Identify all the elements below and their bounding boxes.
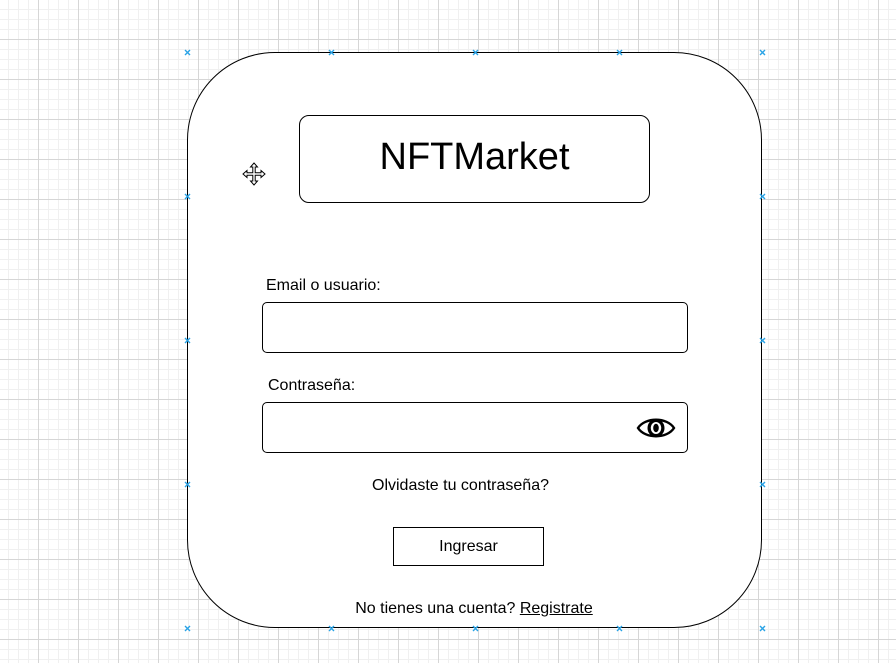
- selection-handle-icon[interactable]: [184, 481, 191, 488]
- selection-handle-icon[interactable]: [184, 337, 191, 344]
- password-input[interactable]: [262, 402, 688, 453]
- app-title-box: NFTMarket: [299, 115, 650, 203]
- selection-handle-icon[interactable]: [184, 625, 191, 632]
- selection-handle-icon[interactable]: [759, 49, 766, 56]
- selection-handle-icon[interactable]: [616, 49, 623, 56]
- email-input[interactable]: [262, 302, 688, 353]
- signup-prompt: No tienes una cuenta?: [355, 600, 516, 617]
- selection-handle-icon[interactable]: [759, 625, 766, 632]
- login-button[interactable]: Ingresar: [393, 527, 544, 566]
- selection-handle-icon[interactable]: [328, 625, 335, 632]
- selection-handle-icon[interactable]: [472, 625, 479, 632]
- selection-handle-icon[interactable]: [616, 625, 623, 632]
- move-arrows-icon: [242, 162, 266, 186]
- eye-icon[interactable]: [636, 413, 676, 443]
- selection-handle-icon[interactable]: [759, 193, 766, 200]
- selection-handle-icon[interactable]: [184, 193, 191, 200]
- selection-handle-icon[interactable]: [472, 49, 479, 56]
- email-label: Email o usuario:: [266, 277, 381, 294]
- selection-handle-icon[interactable]: [184, 49, 191, 56]
- app-title: NFTMarket: [379, 135, 570, 178]
- selection-handle-icon[interactable]: [759, 337, 766, 344]
- selection-handle-icon[interactable]: [759, 481, 766, 488]
- forgot-password-link[interactable]: Olvidaste tu contraseña?: [372, 477, 549, 495]
- selection-handle-icon[interactable]: [328, 49, 335, 56]
- password-label: Contraseña:: [268, 377, 356, 394]
- register-link[interactable]: Registrate: [520, 600, 593, 617]
- signup-row: No tienes una cuenta? Registrate: [0, 600, 896, 618]
